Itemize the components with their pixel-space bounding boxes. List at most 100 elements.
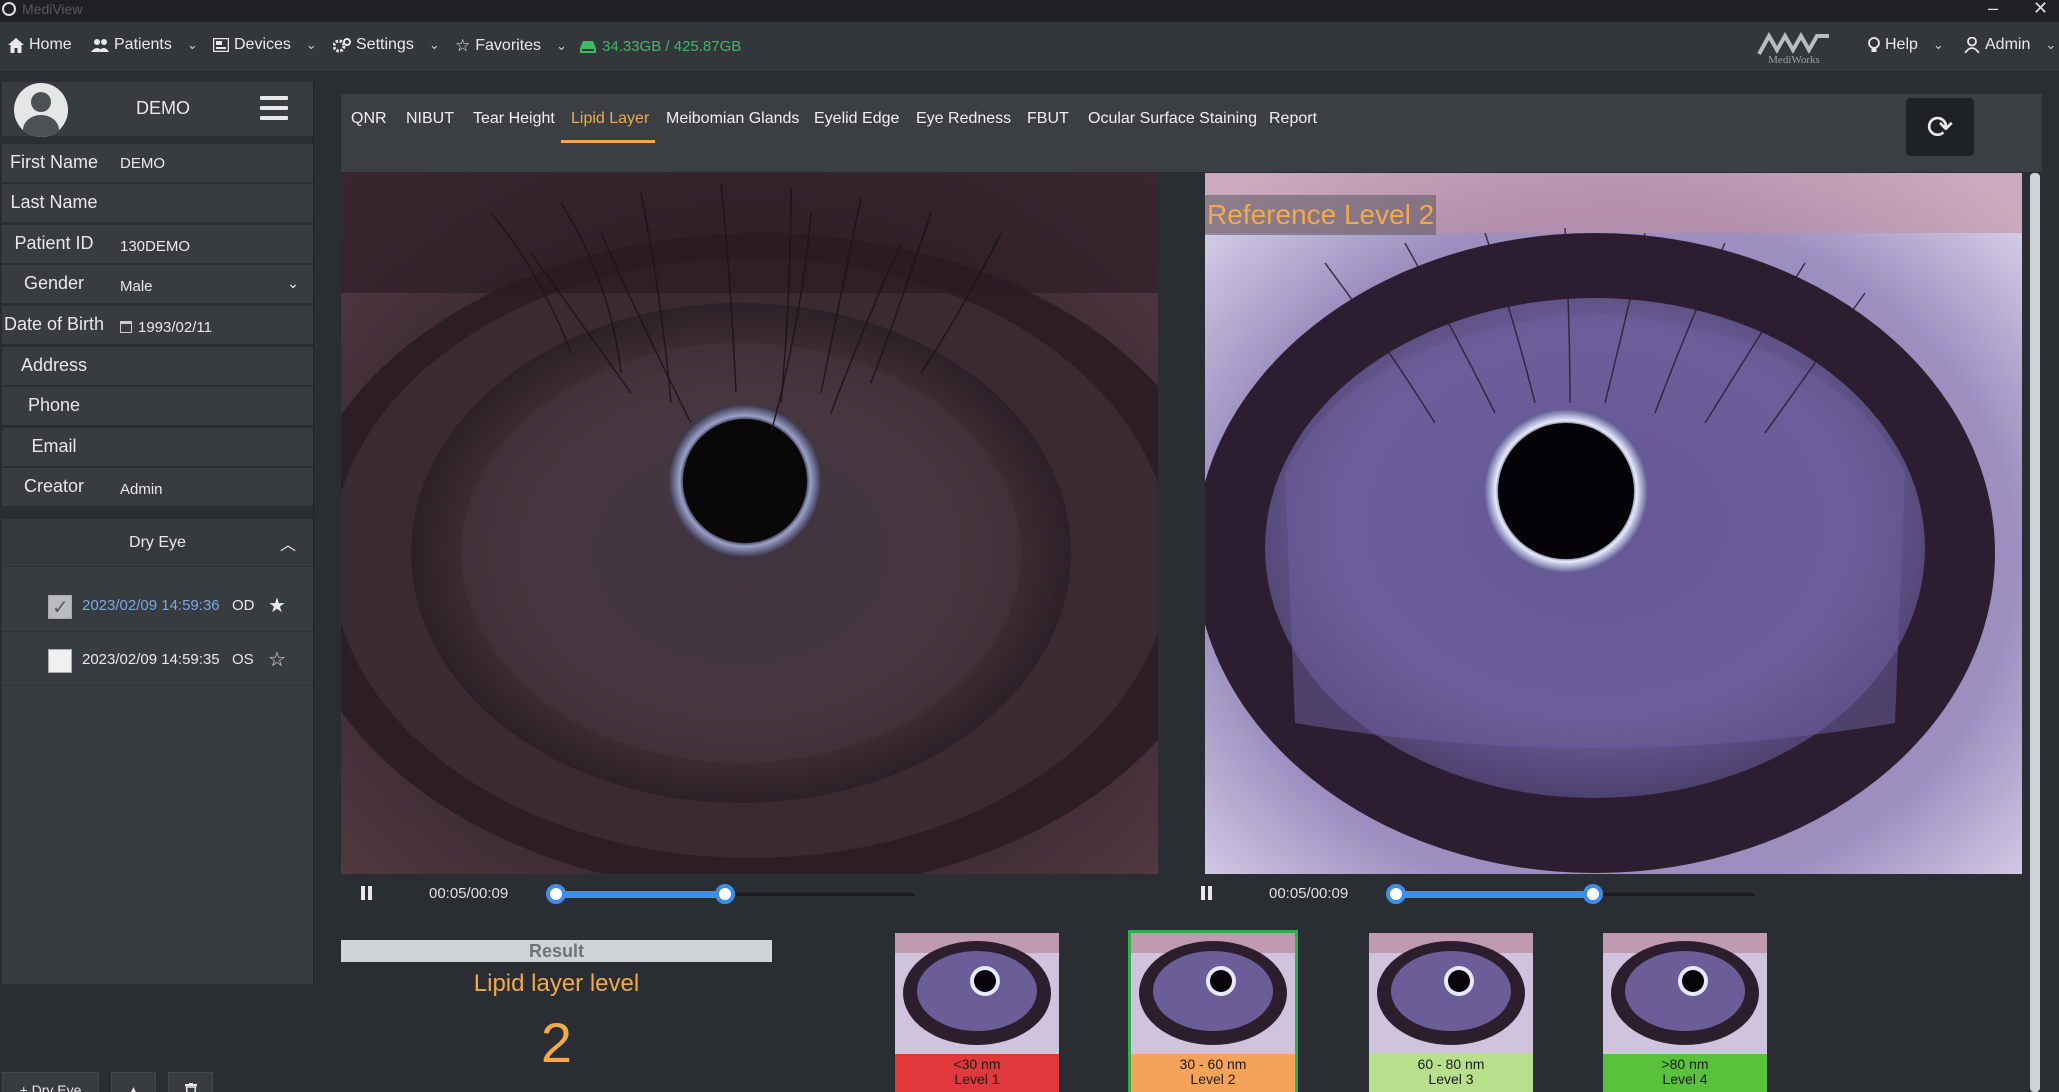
chevron-down-icon: ⌄ (1932, 37, 1944, 52)
field-label: Email (31, 436, 77, 456)
level-label: 60 - 80 nm Level 3 (1369, 1054, 1533, 1092)
video-range (1396, 891, 1594, 898)
nav-favorites-label: Favorites (475, 37, 542, 54)
visit-item[interactable]: 2023/02/09 14:59:35 OS ☆ (2, 632, 313, 686)
level-label: 30 - 60 nm Level 2 (1131, 1054, 1295, 1092)
visit-eye: OD (232, 597, 255, 614)
calendar-icon (120, 321, 132, 333)
nav-home-label: Home (29, 36, 72, 53)
level-label: >80 nm Level 4 (1603, 1054, 1767, 1092)
tab-report[interactable]: Report (1269, 110, 1317, 128)
close-window-button[interactable]: ✕ (2033, 0, 2048, 19)
range-start-handle[interactable] (1386, 884, 1406, 904)
nav-home[interactable]: Home (8, 36, 72, 54)
level-thumbnail-image (1603, 933, 1767, 1054)
chevron-down-icon[interactable]: ⌄ (287, 275, 299, 292)
star-filled-icon[interactable]: ★ (268, 593, 286, 618)
tab-ocular-surface-staining[interactable]: Ocular Surface Staining (1088, 110, 1257, 128)
visit-datetime: 2023/02/09 14:59:35 (82, 651, 220, 668)
patient-sidebar: DEMO First Name DEMO Last Name Patient I… (0, 82, 314, 1092)
range-start-handle[interactable] (546, 884, 566, 904)
refresh-button[interactable]: ⟳ (1906, 98, 1974, 156)
field-label: Date of Birth (3, 314, 105, 334)
video-time: 00:05/00:09 (1269, 885, 1349, 902)
avatar (14, 83, 68, 137)
nav-devices[interactable]: Devices ⌄ (213, 36, 317, 54)
visit-checkbox[interactable] (48, 595, 72, 620)
nav-patients[interactable]: Patients ⌄ (91, 36, 198, 54)
chevron-up-icon[interactable]: ︿ (280, 531, 296, 555)
level-thumbnail-image (895, 933, 1059, 1054)
nav-help[interactable]: Help ⌄ (1868, 36, 1944, 54)
pause-icon[interactable] (361, 886, 375, 900)
star-outline-icon[interactable]: ☆ (268, 647, 286, 672)
reference-eye-viewer[interactable]: Reference Level 2 (1205, 173, 2022, 874)
home-icon (8, 37, 24, 53)
patients-icon (91, 39, 109, 52)
delete-button[interactable] (168, 1072, 213, 1092)
nav-favorites[interactable]: ☆ Favorites ⌄ (455, 36, 567, 56)
field-phone: Phone (2, 387, 313, 425)
level-thumbnail[interactable]: >80 nm Level 4 (1603, 933, 1767, 1092)
range-end-handle[interactable] (1583, 884, 1604, 904)
gender-select[interactable]: Male (120, 278, 153, 295)
field-label: Gender (23, 273, 85, 293)
nav-settings[interactable]: Settings ⌄ (333, 36, 440, 54)
creator-value: Admin (120, 481, 163, 498)
tab-fbut[interactable]: FBUT (1027, 110, 1069, 128)
tab-tear-height[interactable]: Tear Height (473, 110, 555, 128)
result-header: Result (341, 940, 772, 962)
tab-lipid-layer[interactable]: Lipid Layer (571, 110, 649, 128)
app-icon (2, 2, 16, 16)
first-name-input[interactable]: DEMO (120, 155, 165, 172)
field-last-name: Last Name (2, 184, 313, 222)
nav-user[interactable]: Admin ⌄ (1964, 36, 2056, 54)
refresh-icon: ⟳ (1926, 109, 1954, 145)
devices-icon (213, 38, 229, 52)
visit-checkbox[interactable] (48, 649, 72, 673)
patient-eye-viewer[interactable] (341, 173, 1158, 874)
level-thumbnail[interactable]: <30 nm Level 1 (895, 933, 1059, 1092)
move-up-button[interactable]: ▲ (111, 1072, 156, 1092)
star-outline-icon: ☆ (455, 36, 471, 55)
visit-eye: OS (232, 651, 254, 668)
nav-patients-label: Patients (114, 36, 172, 53)
menu-icon[interactable] (260, 96, 288, 120)
video-player-left: 00:05/00:09 (341, 874, 1158, 914)
video-time: 00:05/00:09 (429, 885, 509, 902)
tab-eye-redness[interactable]: Eye Redness (916, 110, 1011, 128)
visit-item[interactable]: 2023/02/09 14:59:36 OD ★ (2, 578, 313, 632)
triangle-up-icon: ▲ (128, 1084, 139, 1092)
dob-input[interactable]: 1993/02/11 (120, 319, 212, 336)
chevron-down-icon: ⌄ (2045, 37, 2057, 52)
reference-eye-image (1205, 173, 2022, 874)
range-end-handle[interactable] (714, 884, 735, 904)
minimize-button[interactable]: – (1988, 0, 1998, 19)
patient-eye-image (341, 173, 1158, 874)
tab-meibomian-glands[interactable]: Meibomian Glands (666, 110, 799, 128)
main-scrollbar[interactable] (2030, 173, 2040, 1092)
nav-help-label: Help (1885, 36, 1918, 53)
pause-icon[interactable] (1201, 886, 1215, 900)
exam-tabbar: QNR NIBUT Tear Height Lipid Layer Meibom… (341, 94, 2042, 172)
app-title: MediView (22, 1, 83, 17)
tab-qnr[interactable]: QNR (351, 110, 387, 128)
gear-icon (333, 37, 351, 52)
chevron-down-icon: ⌄ (305, 37, 317, 52)
lightbulb-icon (1868, 37, 1880, 52)
trash-icon (184, 1083, 197, 1092)
level-thumbnail[interactable]: 60 - 80 nm Level 3 (1369, 933, 1533, 1092)
visit-group-header[interactable]: Dry Eye ︿ (2, 519, 313, 567)
eye-thumbnail-icon (1603, 933, 1767, 1054)
field-label: First Name (9, 152, 98, 172)
storage-indicator: 34.33GB / 425.87GB (580, 38, 741, 55)
add-dry-eye-button[interactable]: + Dry Eye (2, 1072, 99, 1092)
result-title: Lipid layer level (473, 970, 640, 997)
tab-eyelid-edge[interactable]: Eyelid Edge (814, 110, 899, 128)
level-thumbnail[interactable]: 30 - 60 nm Level 2 (1128, 930, 1298, 1092)
tab-nibut[interactable]: NIBUT (406, 110, 454, 128)
patient-id-input[interactable]: 130DEMO (120, 238, 190, 255)
storage-icon (580, 40, 596, 53)
field-label: Phone (27, 395, 81, 415)
reference-level-label: Reference Level 2 (1205, 195, 1437, 235)
